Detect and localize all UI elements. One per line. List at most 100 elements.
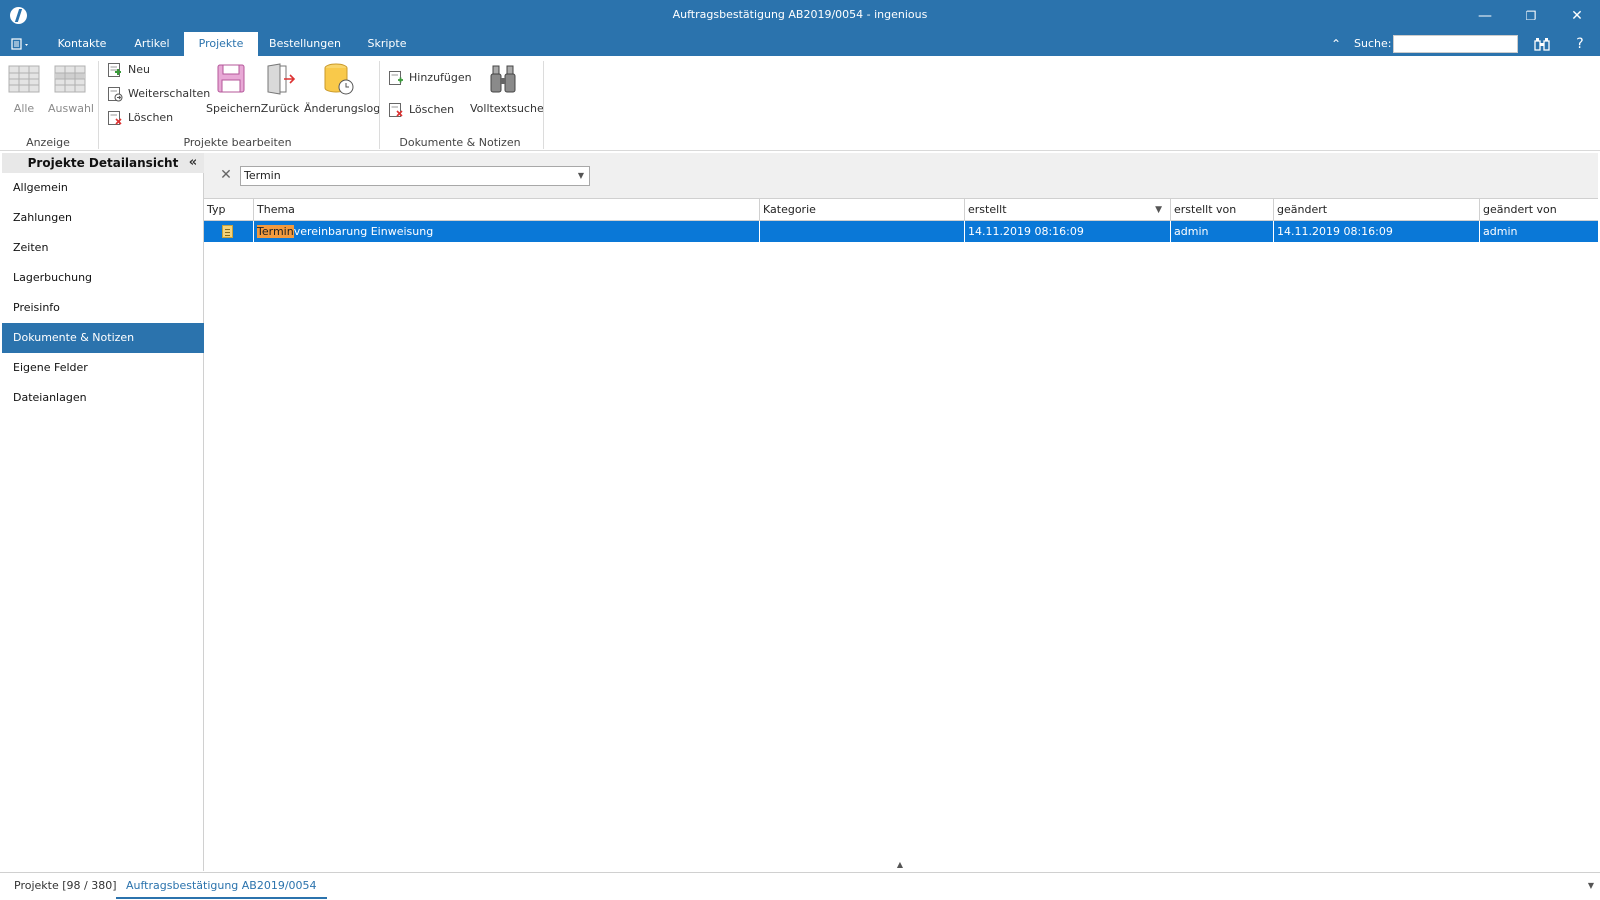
forward-document-icon bbox=[108, 87, 123, 102]
zurueck-button[interactable]: Zurück bbox=[260, 62, 300, 115]
menu-bar: Kontakte Artikel Projekte Bestellungen S… bbox=[0, 32, 1600, 56]
sidebar-item-dateianlagen[interactable]: Dateianlagen bbox=[2, 383, 204, 413]
cell-typ bbox=[204, 221, 254, 242]
exit-door-icon bbox=[267, 63, 296, 95]
alle-button[interactable]: Alle bbox=[8, 62, 40, 115]
sidebar-item-eigene-felder[interactable]: Eigene Felder bbox=[2, 353, 204, 383]
aenderungslog-label: Änderungslog bbox=[304, 102, 381, 115]
ribbon-separator bbox=[379, 61, 380, 149]
cell-kategorie bbox=[760, 221, 965, 242]
cell-geaendert: 14.11.2019 08:16:09 bbox=[1274, 221, 1480, 242]
sidebar-title: Projekte Detailansicht « bbox=[2, 153, 204, 173]
window-title: Auftragsbestätigung AB2019/0054 - ingeni… bbox=[672, 8, 928, 21]
bottom-tab-projekte[interactable]: Projekte [98 / 380] bbox=[4, 873, 127, 899]
save-disk-icon bbox=[217, 64, 245, 93]
group-label-projekte-bearbeiten: Projekte bearbeiten bbox=[183, 136, 292, 149]
tab-artikel[interactable]: Artikel bbox=[120, 32, 184, 56]
sidebar-item-zeiten[interactable]: Zeiten bbox=[2, 233, 204, 263]
zurueck-label: Zurück bbox=[260, 102, 300, 115]
main-content: ✕ Termin ▼ Typ Thema Kategorie erstellt … bbox=[204, 153, 1598, 871]
ribbon-separator bbox=[98, 61, 99, 149]
alle-label: Alle bbox=[13, 102, 35, 115]
search-label: Suche: bbox=[1354, 37, 1392, 50]
close-button[interactable]: ✕ bbox=[1554, 0, 1600, 32]
search-highlight: Termin bbox=[257, 225, 294, 238]
sidebar-item-preisinfo[interactable]: Preisinfo bbox=[2, 293, 204, 323]
splitter-grip-icon[interactable]: ▲ bbox=[894, 860, 906, 869]
add-document-icon bbox=[389, 71, 403, 85]
tab-skripte[interactable]: Skripte bbox=[352, 32, 422, 56]
sidebar-title-text: Projekte Detailansicht bbox=[27, 156, 179, 170]
ribbon-collapse-icon[interactable]: ⌃ bbox=[1328, 32, 1344, 56]
tab-projekte[interactable]: Projekte bbox=[184, 32, 258, 56]
column-header-thema[interactable]: Thema bbox=[254, 199, 760, 221]
sidebar: Projekte Detailansicht « Allgemein Zahlu… bbox=[2, 153, 204, 871]
database-clock-icon bbox=[324, 63, 354, 95]
delete-document-icon bbox=[108, 111, 122, 125]
column-header-geaendert[interactable]: geändert bbox=[1274, 199, 1480, 221]
sidebar-item-dokumente-notizen[interactable]: Dokumente & Notizen bbox=[2, 323, 204, 353]
ribbon: Alle Auswahl Anzeige Neu Weiterschalten … bbox=[0, 56, 1600, 151]
loeschen-button[interactable]: Löschen bbox=[107, 108, 173, 128]
cell-erstellt-von: admin bbox=[1171, 221, 1274, 242]
note-document-icon bbox=[222, 225, 233, 238]
tab-bestellungen[interactable]: Bestellungen bbox=[258, 32, 352, 56]
binoculars-icon bbox=[1534, 38, 1550, 51]
weiterschalten-label: Weiterschalten bbox=[128, 87, 211, 100]
filter-bar: ✕ Termin ▼ bbox=[204, 153, 1598, 199]
column-header-typ[interactable]: Typ bbox=[204, 199, 254, 221]
loeschen-label: Löschen bbox=[128, 111, 174, 124]
cell-thema: Terminvereinbarung Einweisung bbox=[254, 221, 760, 242]
neu-label: Neu bbox=[128, 63, 150, 76]
volltextsuche-label: Volltextsuche bbox=[470, 102, 544, 115]
sort-desc-icon: ▼ bbox=[1155, 205, 1162, 215]
cell-erstellt: 14.11.2019 08:16:09 bbox=[965, 221, 1171, 242]
column-header-kategorie[interactable]: Kategorie bbox=[760, 199, 965, 221]
sidebar-item-lagerbuchung[interactable]: Lagerbuchung bbox=[2, 263, 204, 293]
cell-geaendert-von: admin bbox=[1483, 225, 1518, 238]
tabs-dropdown-icon[interactable]: ▼ bbox=[1588, 873, 1594, 899]
dokument-loeschen-label: Löschen bbox=[409, 103, 455, 116]
bottom-tab-auftragsbestaetigung[interactable]: Auftragsbestätigung AB2019/0054 bbox=[116, 873, 327, 899]
neu-button[interactable]: Neu bbox=[107, 60, 150, 80]
dokument-loeschen-button[interactable]: Löschen bbox=[388, 100, 454, 120]
speichern-button[interactable]: Speichern bbox=[206, 62, 261, 115]
column-header-erstellt-von[interactable]: erstellt von bbox=[1171, 199, 1274, 221]
column-header-erstellt-label: erstellt bbox=[968, 203, 1007, 216]
sidebar-item-zahlungen[interactable]: Zahlungen bbox=[2, 203, 204, 233]
auswahl-label: Auswahl bbox=[48, 102, 94, 115]
document-tabs-bar: Projekte [98 / 380] Auftragsbestätigung … bbox=[0, 872, 1600, 900]
aenderungslog-button[interactable]: Änderungslog bbox=[304, 62, 380, 115]
maximize-button[interactable]: ❐ bbox=[1508, 0, 1554, 32]
table-row[interactable]: Terminvereinbarung Einweisung 14.11.2019… bbox=[204, 221, 1598, 242]
help-button[interactable]: ? bbox=[1565, 32, 1595, 56]
hinzufuegen-button[interactable]: Hinzufügen bbox=[388, 68, 472, 88]
cell-thema-rest: vereinbarung Einweisung bbox=[293, 225, 434, 238]
clear-filter-icon[interactable]: ✕ bbox=[218, 167, 234, 183]
binoculars-icon bbox=[490, 65, 516, 93]
column-header-geaendert-von[interactable]: geändert von bbox=[1480, 199, 1598, 221]
app-menu-button[interactable] bbox=[10, 36, 32, 52]
speichern-label: Speichern bbox=[206, 102, 261, 115]
group-label-anzeige: Anzeige bbox=[26, 136, 70, 149]
chevron-down-icon[interactable]: ▼ bbox=[576, 167, 586, 185]
group-label-dokumente-notizen: Dokumente & Notizen bbox=[399, 136, 521, 149]
minimize-button[interactable]: — bbox=[1462, 0, 1508, 32]
filter-value: Termin bbox=[244, 169, 281, 182]
auswahl-button[interactable]: Auswahl bbox=[48, 62, 94, 115]
sidebar-item-allgemein[interactable]: Allgemein bbox=[2, 173, 204, 203]
weiterschalten-button[interactable]: Weiterschalten bbox=[107, 84, 210, 104]
table-selection-icon bbox=[54, 65, 86, 93]
volltextsuche-button[interactable]: Volltextsuche bbox=[470, 62, 544, 115]
ribbon-separator bbox=[543, 61, 544, 149]
hinzufuegen-label: Hinzufügen bbox=[409, 71, 472, 84]
filter-combobox[interactable]: Termin ▼ bbox=[240, 166, 590, 186]
table-all-icon bbox=[8, 65, 40, 93]
column-header-erstellt[interactable]: erstellt ▼ bbox=[965, 199, 1171, 221]
double-chevron-left-icon[interactable]: « bbox=[186, 153, 200, 173]
tab-kontakte[interactable]: Kontakte bbox=[44, 32, 120, 56]
grid-header: Typ Thema Kategorie erstellt ▼ erstellt … bbox=[204, 199, 1598, 221]
binoculars-search-button[interactable] bbox=[1527, 32, 1557, 56]
title-bar: Auftragsbestätigung AB2019/0054 - ingeni… bbox=[0, 0, 1600, 32]
search-input[interactable] bbox=[1393, 35, 1518, 53]
